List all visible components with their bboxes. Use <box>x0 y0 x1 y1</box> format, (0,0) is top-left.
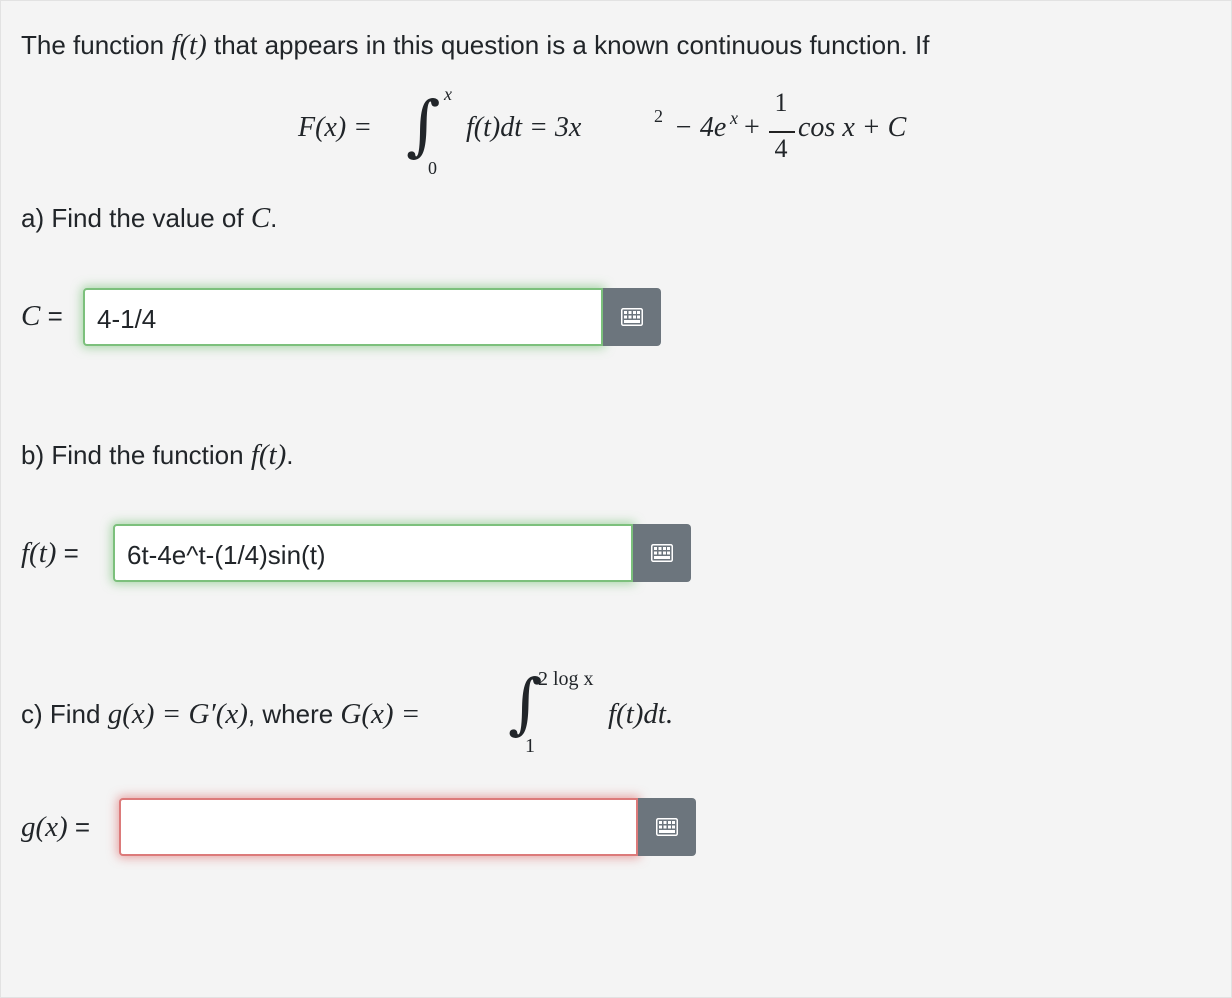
display-equation: F(x) = ∫ x 0 f(t)dt = 3x 2 − 4e x + 1 4 … <box>298 84 938 178</box>
part-c-upper-limit: 2 log x <box>538 668 594 691</box>
answer-group-f: 6t-4e^t-(1/4)sin(t) <box>113 524 691 582</box>
answer-input-f[interactable]: 6t-4e^t-(1/4)sin(t) <box>113 524 633 582</box>
answer-label-c: C = <box>21 300 63 332</box>
question-intro: The function f(t) that appears in this q… <box>21 29 929 61</box>
answer-group-c: 4-1/4 <box>83 288 661 346</box>
answer-label-g: g(x) = <box>21 811 90 843</box>
part-a-period: . <box>270 203 278 233</box>
keyboard-button-g[interactable] <box>638 798 696 856</box>
part-c-where: , where <box>247 699 341 729</box>
eq-exponent-2: 2 <box>654 106 663 126</box>
eq-lhs: F(x) = <box>298 112 373 143</box>
keyboard-button-c[interactable] <box>603 288 661 346</box>
part-c-upper-limit-text: 2 log x <box>538 668 594 690</box>
intro-text-start: The function <box>21 30 172 60</box>
keyboard-icon <box>656 818 678 836</box>
answer-label-f: f(t) = <box>21 537 79 569</box>
part-a-prompt-text: a) Find the value of <box>21 203 251 233</box>
eq-tail: cos x + C <box>798 112 907 143</box>
label-g-eq: = <box>67 812 91 842</box>
part-a-prompt: a) Find the value of C. <box>21 202 277 234</box>
part-a-var: C <box>250 202 271 234</box>
eq-frac-bar <box>769 131 795 133</box>
eq-integrand: f(t)dt = 3x <box>466 112 582 143</box>
answer-input-g[interactable] <box>119 798 638 856</box>
integral-sign: ∫ <box>406 87 441 164</box>
eq-upper-limit: x <box>444 84 452 104</box>
part-b-var: f(t) <box>250 439 287 471</box>
part-c-prompt: c) Find g(x) = G′(x), where G(x) = <box>21 698 420 730</box>
answer-group-g <box>119 798 696 856</box>
label-c-var: C <box>21 300 41 332</box>
part-c-G-expr: G(x) = <box>340 698 421 730</box>
part-b-prompt: b) Find the function f(t). <box>21 439 293 471</box>
label-f-eq: = <box>56 538 79 568</box>
part-c-g-expr: g(x) = G′(x) <box>107 698 248 730</box>
part-b-period: . <box>286 440 294 470</box>
eq-plus: + <box>744 112 760 143</box>
eq-exponent-x: x <box>730 108 738 128</box>
eq-frac-denominator: 4 <box>774 134 788 163</box>
label-c-eq: = <box>40 301 63 331</box>
label-f-var: f(t) <box>21 537 57 569</box>
intro-f-of-t: f(t) <box>171 29 207 61</box>
part-c-integrand: f(t)dt. <box>608 698 674 730</box>
label-g-var: g(x) <box>21 811 68 843</box>
intro-text-end: that appears in this question is a known… <box>206 30 930 60</box>
keyboard-icon <box>621 308 643 326</box>
eq-minus-term: − 4e <box>674 112 727 143</box>
part-c-lower-limit: 1 <box>525 735 535 757</box>
eq-frac-numerator: 1 <box>774 88 788 117</box>
answer-input-c[interactable]: 4-1/4 <box>83 288 603 346</box>
keyboard-button-f[interactable] <box>633 524 691 582</box>
part-b-prompt-text: b) Find the function <box>21 440 251 470</box>
part-c-prompt-text: c) Find <box>21 699 108 729</box>
eq-lower-limit: 0 <box>428 158 437 178</box>
keyboard-icon <box>651 544 673 562</box>
